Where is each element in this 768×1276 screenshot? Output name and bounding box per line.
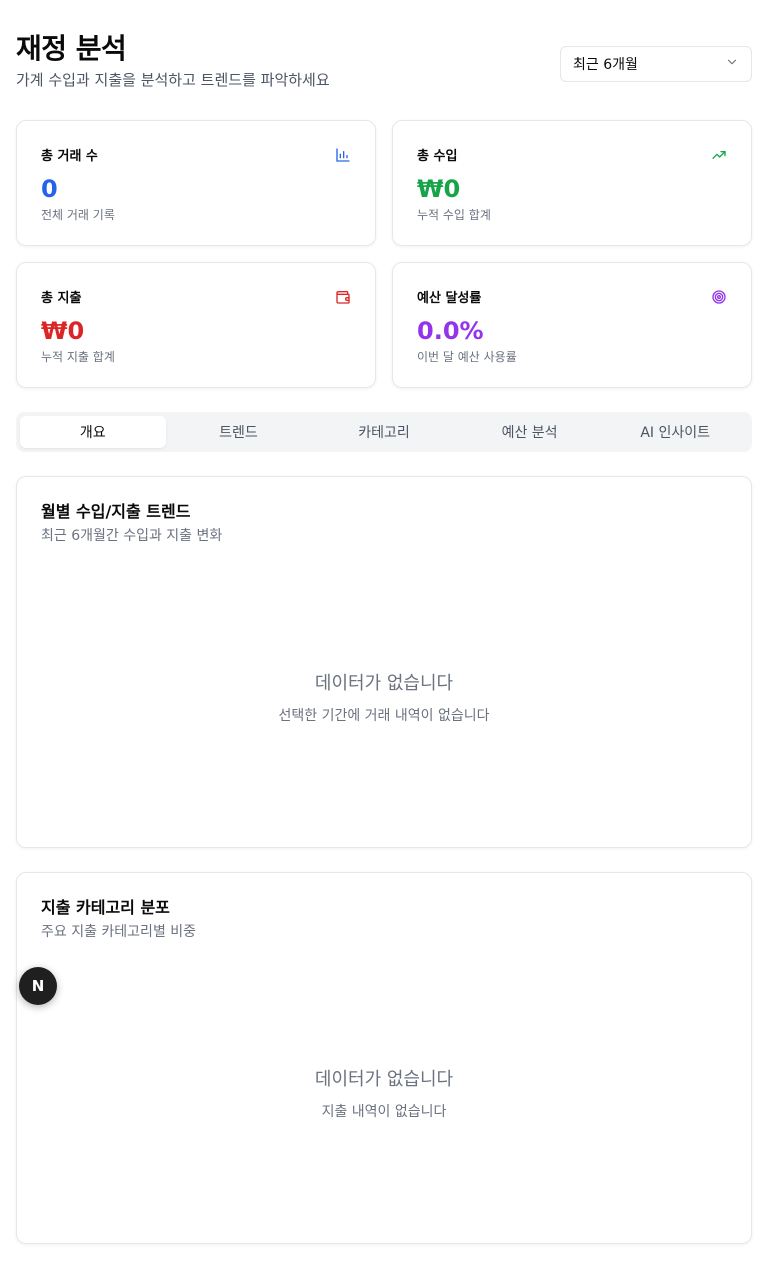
chevron-down-icon (725, 55, 739, 73)
stat-card-transactions: 총 거래 수 0 전체 거래 기록 (16, 120, 376, 246)
tab-budget-analysis[interactable]: 예산 분석 (457, 416, 603, 448)
stat-label: 총 거래 수 (41, 149, 98, 164)
empty-state-title: 데이터가 없습니다 (314, 673, 454, 694)
stat-value: 0.0% (417, 317, 484, 345)
next-logo-icon: N (31, 977, 45, 995)
stat-label: 총 수입 (417, 149, 458, 164)
empty-state-subtitle: 지출 내역이 없습니다 (321, 1104, 447, 1120)
empty-state: 데이터가 없습니다 선택한 기간에 거래 내역이 없습니다 (17, 669, 751, 725)
empty-state-subtitle: 선택한 기간에 거래 내역이 없습니다 (278, 708, 490, 724)
panel-description: 주요 지출 카테고리별 비중 (41, 924, 197, 940)
stat-note: 전체 거래 기록 (41, 208, 115, 222)
stat-note: 누적 수입 합계 (417, 208, 491, 222)
panel-description: 최근 6개월간 수입과 지출 변화 (41, 528, 223, 544)
stat-label: 예산 달성률 (417, 291, 482, 306)
stat-value: ₩0 (41, 317, 85, 345)
category-distribution-panel: 지출 카테고리 분포 주요 지출 카테고리별 비중 데이터가 없습니다 지출 내… (16, 872, 752, 1244)
stat-value: ₩0 (417, 175, 461, 203)
analysis-tabs: 개요 트렌드 카테고리 예산 분석 AI 인사이트 (16, 412, 752, 452)
monthly-trend-panel: 월별 수입/지출 트렌드 최근 6개월간 수입과 지출 변화 데이터가 없습니다… (16, 476, 752, 848)
panel-title: 월별 수입/지출 트렌드 (41, 502, 191, 521)
empty-state-title: 데이터가 없습니다 (314, 1069, 454, 1090)
tab-ai-insight[interactable]: AI 인사이트 (602, 416, 748, 448)
period-select[interactable]: 최근 6개월 (560, 46, 752, 82)
period-select-value: 최근 6개월 (573, 57, 638, 73)
next-logo-button[interactable]: N (19, 967, 57, 1005)
empty-state: 데이터가 없습니다 지출 내역이 없습니다 (17, 1065, 751, 1121)
stat-note: 이번 달 예산 사용률 (417, 350, 517, 364)
stat-card-income: 총 수입 ₩0 누적 수입 합계 (392, 120, 752, 246)
stat-card-budget: 예산 달성률 0.0% 이번 달 예산 사용률 (392, 262, 752, 388)
tab-trend[interactable]: 트렌드 (166, 416, 312, 448)
stat-label: 총 지출 (41, 291, 82, 306)
wallet-icon (335, 289, 351, 305)
panel-title: 지출 카테고리 분포 (41, 898, 170, 917)
stat-note: 누적 지출 합계 (41, 350, 115, 364)
trending-up-icon (711, 147, 727, 163)
tab-overview[interactable]: 개요 (20, 416, 166, 448)
stat-value: 0 (41, 175, 58, 203)
tab-category[interactable]: 카테고리 (311, 416, 457, 448)
bar-chart-icon (335, 147, 351, 163)
stat-card-expense: 총 지출 ₩0 누적 지출 합계 (16, 262, 376, 388)
target-icon (711, 289, 727, 305)
